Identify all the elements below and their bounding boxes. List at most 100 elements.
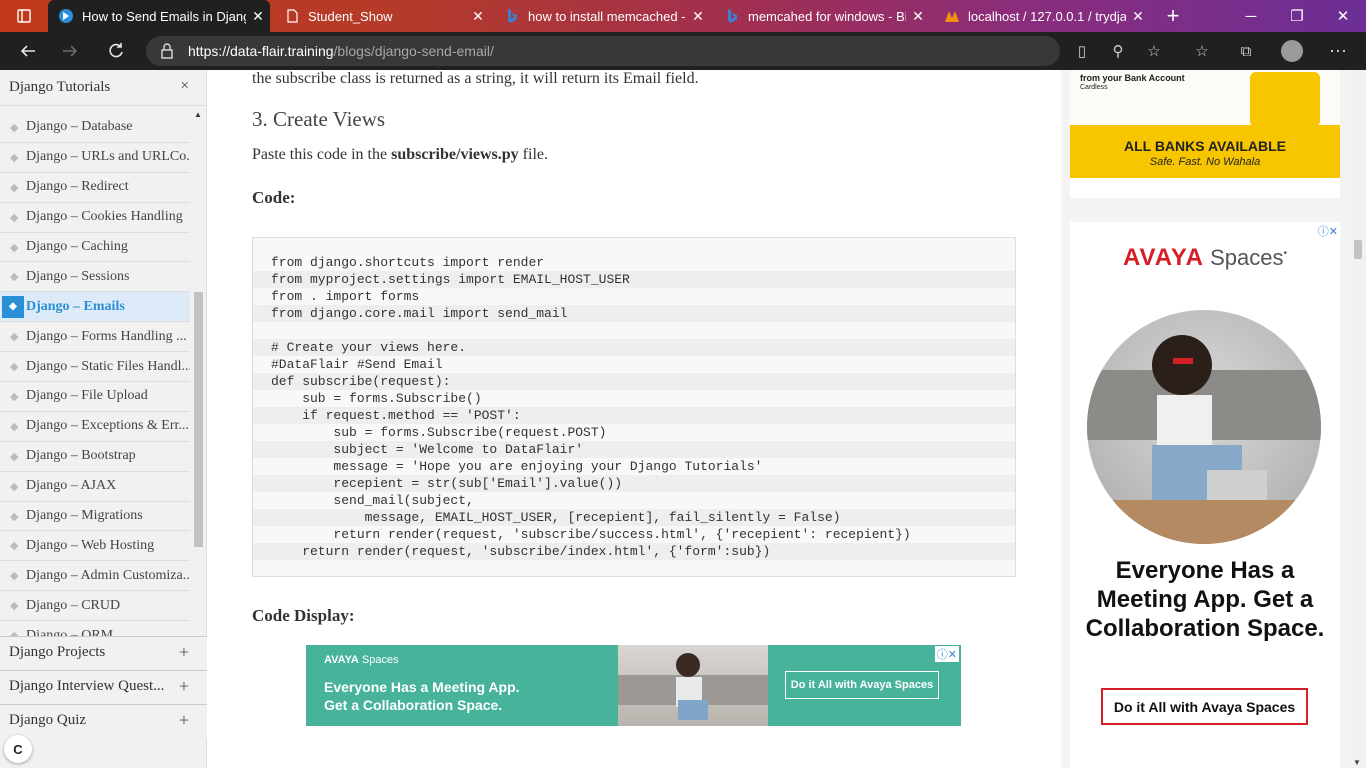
sidebar-title: Django Tutorials <box>9 79 111 95</box>
new-tab-button[interactable]: + <box>1158 0 1188 32</box>
more-options-icon[interactable]: ⋯ <box>1322 32 1354 70</box>
scroll-up-icon[interactable]: ▲ <box>194 110 202 119</box>
expand-icon[interactable]: + <box>179 676 189 697</box>
bing-icon <box>508 9 517 23</box>
tab-memcached-windows[interactable]: memcahed for windows - Bin ✕ <box>716 0 930 32</box>
sidebar-item-active[interactable]: ◆ Django – Emails <box>0 292 190 323</box>
sidebar-item[interactable]: ◆ Django – Sessions <box>0 262 190 293</box>
profile-avatar[interactable] <box>1276 32 1308 70</box>
bullet-icon: ◆ <box>10 361 19 374</box>
sidebar-item[interactable]: ◆ Django – URLs and URLCo... <box>0 143 190 173</box>
sidebar-item[interactable]: ◆ Django – CRUD <box>0 591 190 622</box>
address-toolbar: https://data-flair.training/blogs/django… <box>0 32 1366 70</box>
ad-info-close-icon[interactable]: ⓘ✕ <box>1318 223 1338 239</box>
sidebar-item[interactable]: ◆ Django – Bootstrap <box>0 442 190 472</box>
sidebar-item[interactable]: ◆ Django – Cookies Handling <box>0 203 190 233</box>
url-path: /blogs/django-send-email/ <box>333 43 494 59</box>
close-tab-icon[interactable]: ✕ <box>466 8 490 25</box>
page-scrollbar[interactable]: ▼ <box>1350 70 1366 768</box>
section-django-quiz[interactable]: Django Quiz + <box>0 704 207 738</box>
refresh-icon <box>109 43 123 58</box>
restore-icon[interactable]: ❐ <box>1274 0 1320 32</box>
close-tab-icon[interactable]: ✕ <box>1126 8 1150 25</box>
ad-info-close-icon[interactable]: ⓘ✕ <box>934 646 959 662</box>
avaya-banner-ad[interactable]: AVAYA Spaces Everyone Has a Meeting App.… <box>306 645 961 726</box>
person-photo <box>1087 310 1321 544</box>
banner-line-2: Get a Collaboration Space. <box>324 697 503 713</box>
close-tab-icon[interactable]: ✕ <box>906 8 930 25</box>
sidebar-item[interactable]: ◆ Django – AJAX <box>0 472 190 502</box>
bank-ad[interactable]: from your Bank Account Cardless ALL BANK… <box>1070 70 1340 198</box>
sidebar-item[interactable]: ◆ Django – Redirect <box>0 173 190 203</box>
banner-cta-button[interactable]: Do it All with Avaya Spaces <box>785 671 939 699</box>
forward-button[interactable] <box>52 32 88 70</box>
sidebar-item[interactable]: ◆ Django – Migrations <box>0 502 190 532</box>
sidebar-item-label: Django – Web Hosting <box>26 537 155 553</box>
tab-phpmyadmin[interactable]: localhost / 127.0.0.1 / trydjan ✕ <box>936 0 1150 32</box>
sidebar-item[interactable]: ◆ Django – Database <box>0 113 190 143</box>
bullet-icon: ◆ <box>10 121 19 134</box>
bullet-icon: ◆ <box>10 450 19 463</box>
sidebar-scroll-thumb[interactable] <box>194 292 203 547</box>
sidebar-item-label: Django – Admin Customiza... <box>26 567 190 583</box>
minimize-icon[interactable]: ─ <box>1228 0 1274 32</box>
tab-title: How to Send Emails in Django <box>82 8 246 24</box>
zoom-icon[interactable]: ⚲ <box>1102 32 1134 70</box>
expand-icon[interactable]: + <box>179 642 189 663</box>
code-line: sub = forms.Subscribe() <box>271 391 482 406</box>
section-django-projects[interactable]: Django Projects + <box>0 636 207 670</box>
bullet-icon: ◆ <box>10 241 19 254</box>
avaya-side-ad[interactable]: ⓘ✕ AVAYA Spaces• Everyone Has a Meeting … <box>1070 222 1340 768</box>
back-button[interactable] <box>10 32 46 70</box>
code-block[interactable]: from django.shortcuts import render from… <box>252 237 1016 577</box>
bullet-icon: ◆ <box>10 151 19 164</box>
person-illustration <box>1087 335 1321 544</box>
avaya-logo: AVAYA Spaces• <box>1070 244 1340 272</box>
tab-actions-button[interactable] <box>6 0 42 32</box>
tab-student-show[interactable]: Student_Show ✕ <box>276 0 490 32</box>
code-line: send_mail(subject, <box>271 493 474 508</box>
sidebar-item[interactable]: ◆ Django – Forms Handling ... <box>0 322 190 353</box>
page-scroll-thumb[interactable] <box>1354 240 1362 259</box>
sidebar-item[interactable]: ◆ Django – Static Files Handl... <box>0 352 190 383</box>
section-django-interview[interactable]: Django Interview Quest... + <box>0 670 207 704</box>
code-line: from django.shortcuts import render <box>271 255 545 270</box>
sidebar-item-label: Django – Migrations <box>26 508 143 524</box>
refresh-button[interactable] <box>98 32 134 70</box>
collections-icon[interactable]: ⧉ <box>1230 32 1262 70</box>
code-line: sub = forms.Subscribe(request.POST) <box>271 425 607 440</box>
favorites-icon[interactable]: ☆ <box>1186 32 1218 70</box>
sidebar-close-icon[interactable]: × <box>181 78 189 95</box>
sidebar-item[interactable]: ◆ Django – Web Hosting <box>0 531 190 562</box>
sidebar-item[interactable]: ◆ Django – Caching <box>0 233 190 263</box>
brand-bold: AVAYA <box>324 654 359 666</box>
floating-action-button[interactable]: C <box>4 735 32 763</box>
scroll-down-icon[interactable]: ▼ <box>1353 758 1361 767</box>
avaya-cta-button[interactable]: Do it All with Avaya Spaces <box>1101 688 1308 725</box>
sidebar-item[interactable]: ◆ Django – Admin Customiza... <box>0 561 190 592</box>
sidebar-item-label: Django – File Upload <box>26 388 148 404</box>
sidebar-item[interactable]: ◆ Django – File Upload <box>0 382 190 412</box>
sidebar-item[interactable]: ◆ Django – Exceptions & Err... <box>0 412 190 442</box>
code-line: message, EMAIL_HOST_USER, [recepient], f… <box>253 509 1015 526</box>
close-tab-icon[interactable]: ✕ <box>686 8 710 25</box>
bullet-icon: ◆ <box>2 295 24 318</box>
add-favorite-icon[interactable]: ☆ <box>1138 32 1170 70</box>
sidebar-scrollbar[interactable]: ▲ ▼ <box>191 107 206 669</box>
close-window-icon[interactable]: ✕ <box>1320 0 1366 32</box>
bullet-icon: ◆ <box>10 331 19 344</box>
lock-icon[interactable] <box>160 43 174 59</box>
bank-ad-line: from your Bank Account <box>1080 73 1185 83</box>
expand-icon[interactable]: + <box>179 710 189 731</box>
right-ad-column: from your Bank Account Cardless ALL BANK… <box>1061 70 1350 768</box>
url-text[interactable]: https://data-flair.training/blogs/django… <box>188 43 494 59</box>
avaya-side-headline: Everyone Has a Meeting App. Get a Collab… <box>1085 557 1325 642</box>
close-tab-icon[interactable]: ✕ <box>246 8 270 25</box>
tab-send-emails[interactable]: How to Send Emails in Django ✕ <box>48 0 270 32</box>
phone-illustration <box>1250 72 1320 127</box>
tab-install-memcached[interactable]: how to install memcached - B ✕ <box>496 0 710 32</box>
section-label: Django Quiz <box>9 712 87 728</box>
url-bar[interactable]: https://data-flair.training/blogs/django… <box>146 36 1161 66</box>
reader-view-icon[interactable]: ▯ <box>1066 32 1098 70</box>
banner-brand: AVAYA Spaces <box>324 654 399 666</box>
